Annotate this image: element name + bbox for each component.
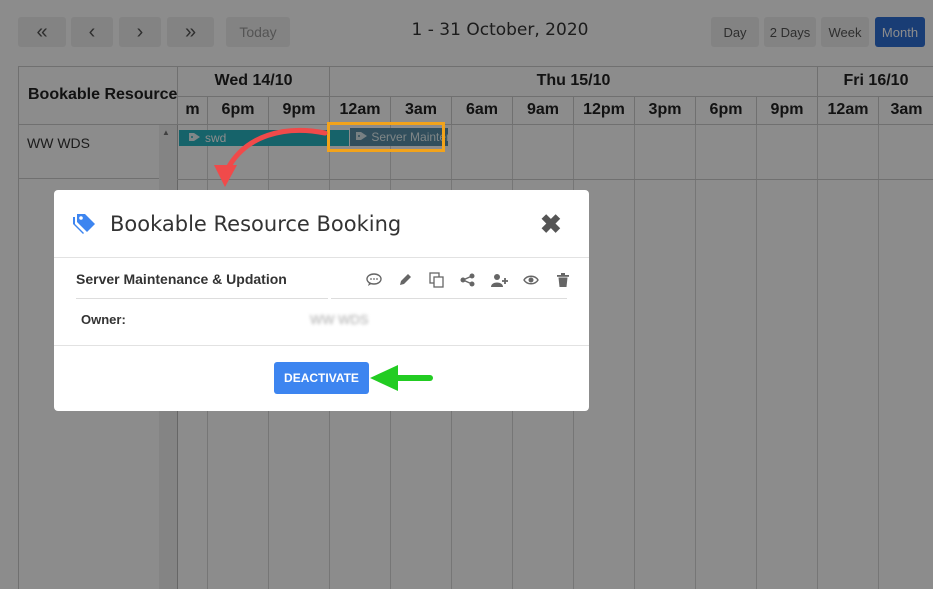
modal-footer-divider: [54, 345, 589, 346]
booking-modal: Bookable Resource Booking ✖ Server Maint…: [54, 190, 589, 411]
action-icons: [358, 270, 579, 290]
divider: [331, 298, 567, 299]
copy-icon[interactable]: [421, 270, 453, 290]
modal-header: Bookable Resource Booking ✖: [54, 190, 589, 258]
share-icon[interactable]: [453, 270, 485, 290]
tags-icon: [72, 212, 98, 239]
edit-icon[interactable]: [390, 270, 422, 290]
deactivate-button[interactable]: DEACTIVATE: [274, 362, 369, 394]
owner-value: WW WDS: [310, 312, 369, 327]
highlight-box: [327, 122, 445, 152]
modal-title: Bookable Resource Booking: [110, 212, 402, 236]
booking-name: Server Maintenance & Updation: [76, 271, 287, 287]
view-icon[interactable]: [516, 270, 548, 290]
comment-icon[interactable]: [358, 270, 390, 290]
modal-body: Server Maintenance & Updation Owner: WW …: [76, 260, 569, 346]
add-user-icon[interactable]: [484, 270, 516, 290]
annotation-red-arrow-icon: [205, 125, 330, 195]
annotation-green-arrow-icon: [366, 362, 436, 399]
close-icon[interactable]: ✖: [540, 209, 562, 240]
divider: [76, 298, 328, 299]
owner-label: Owner:: [81, 312, 126, 327]
delete-icon[interactable]: [547, 270, 579, 290]
